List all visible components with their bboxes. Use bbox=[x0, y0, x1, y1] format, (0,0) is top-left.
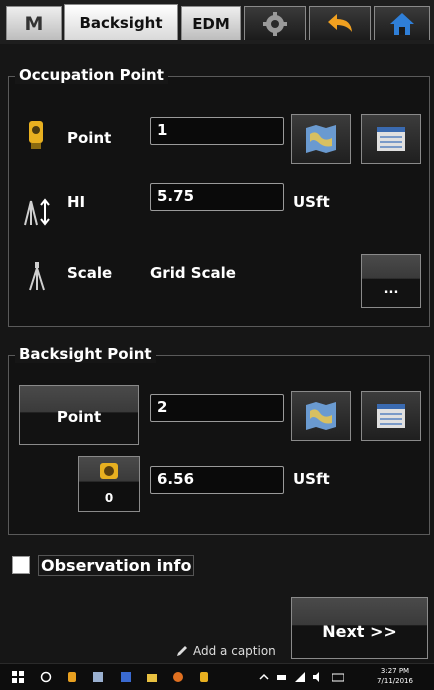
backsight-point-button-label: Point bbox=[56, 408, 102, 426]
pencil-icon bbox=[177, 646, 187, 656]
tab-backsight[interactable]: Backsight bbox=[64, 4, 178, 40]
occupation-point-panel: Occupation Point Point 1 HI 5.75 USft Sc… bbox=[8, 66, 430, 327]
backsight-point-panel: Backsight Point Point 2 0 6.56 USft bbox=[8, 345, 430, 535]
backsight-list-button[interactable] bbox=[361, 391, 421, 441]
occupation-map-button[interactable] bbox=[291, 114, 351, 164]
scale-options-button[interactable]: ... bbox=[361, 254, 421, 308]
active-app-icon[interactable] bbox=[198, 671, 210, 683]
target-prism-icon bbox=[100, 463, 118, 479]
word-icon[interactable] bbox=[120, 671, 132, 683]
windows-start-icon[interactable] bbox=[12, 671, 24, 683]
observation-info-checkbox[interactable] bbox=[12, 556, 30, 574]
observation-info-checkbox-row[interactable]: Observation info bbox=[12, 553, 195, 577]
map-icon bbox=[306, 402, 336, 430]
scale-label: Scale bbox=[67, 264, 113, 282]
point-list-icon bbox=[377, 404, 405, 428]
occupation-point-field[interactable]: 1 bbox=[150, 117, 284, 145]
tab-bar: M Backsight EDM bbox=[0, 0, 434, 44]
tripod-icon bbox=[29, 262, 45, 291]
network-icon bbox=[295, 672, 305, 682]
calculator-icon[interactable] bbox=[92, 671, 104, 683]
prism-pole-icon bbox=[29, 121, 43, 149]
observation-info-label: Observation info bbox=[38, 554, 195, 576]
hi-unit: USft bbox=[293, 193, 330, 211]
settings-tab[interactable] bbox=[244, 6, 306, 40]
next-button[interactable]: Next >> bbox=[291, 597, 428, 659]
search-icon[interactable] bbox=[40, 671, 52, 683]
add-caption-label: Add a caption bbox=[193, 644, 276, 658]
more-options-label: ... bbox=[383, 282, 399, 297]
gear-icon bbox=[263, 11, 287, 36]
taskbar-clock[interactable]: 3:27 PM 7/11/2016 bbox=[362, 666, 428, 686]
add-caption-link[interactable]: Add a caption bbox=[176, 644, 276, 658]
map-icon bbox=[306, 125, 336, 153]
home-tab[interactable] bbox=[374, 6, 430, 40]
backsight-map-button[interactable] bbox=[291, 391, 351, 441]
target-button[interactable]: 0 bbox=[78, 456, 140, 512]
backsight-point-field[interactable]: 2 bbox=[150, 394, 284, 422]
backsight-point-button[interactable]: Point bbox=[19, 385, 139, 445]
scale-value: Grid Scale bbox=[150, 264, 236, 282]
occupation-point-title: Occupation Point bbox=[15, 66, 168, 84]
file-explorer-icon[interactable] bbox=[146, 671, 158, 683]
tray-chevron-icon[interactable] bbox=[258, 671, 270, 683]
menu-button[interactable]: M bbox=[6, 6, 62, 40]
occupation-point-label: Point bbox=[67, 129, 112, 147]
tab-edm[interactable]: EDM bbox=[181, 6, 241, 40]
hi-field[interactable]: 5.75 bbox=[150, 183, 284, 211]
backsight-point-title: Backsight Point bbox=[15, 345, 156, 363]
keyboard-icon bbox=[332, 673, 344, 682]
target-height-unit: USft bbox=[293, 470, 330, 488]
taskbar: 3:27 PM 7/11/2016 bbox=[0, 663, 434, 690]
occupation-list-button[interactable] bbox=[361, 114, 421, 164]
tab-backsight-label: Backsight bbox=[79, 13, 163, 32]
target-count: 0 bbox=[104, 491, 114, 505]
point-list-icon bbox=[377, 127, 405, 151]
next-button-label: Next >> bbox=[322, 621, 397, 641]
taskbar-time: 3:27 PM bbox=[380, 667, 410, 675]
target-height-field[interactable]: 6.56 bbox=[150, 466, 284, 494]
taskbar-date: 7/11/2016 bbox=[377, 677, 413, 685]
browser-icon[interactable] bbox=[172, 671, 184, 683]
undo-arrow-icon bbox=[328, 13, 352, 32]
volume-icon bbox=[313, 672, 319, 682]
home-icon bbox=[390, 12, 414, 35]
hi-label: HI bbox=[67, 193, 86, 211]
battery-icon bbox=[277, 675, 286, 680]
instrument-height-icon bbox=[24, 198, 50, 226]
undo-tab[interactable] bbox=[309, 6, 371, 40]
menu-logo-label: M bbox=[24, 12, 44, 35]
survey-app-icon[interactable] bbox=[66, 671, 78, 683]
tab-edm-label: EDM bbox=[192, 14, 230, 33]
